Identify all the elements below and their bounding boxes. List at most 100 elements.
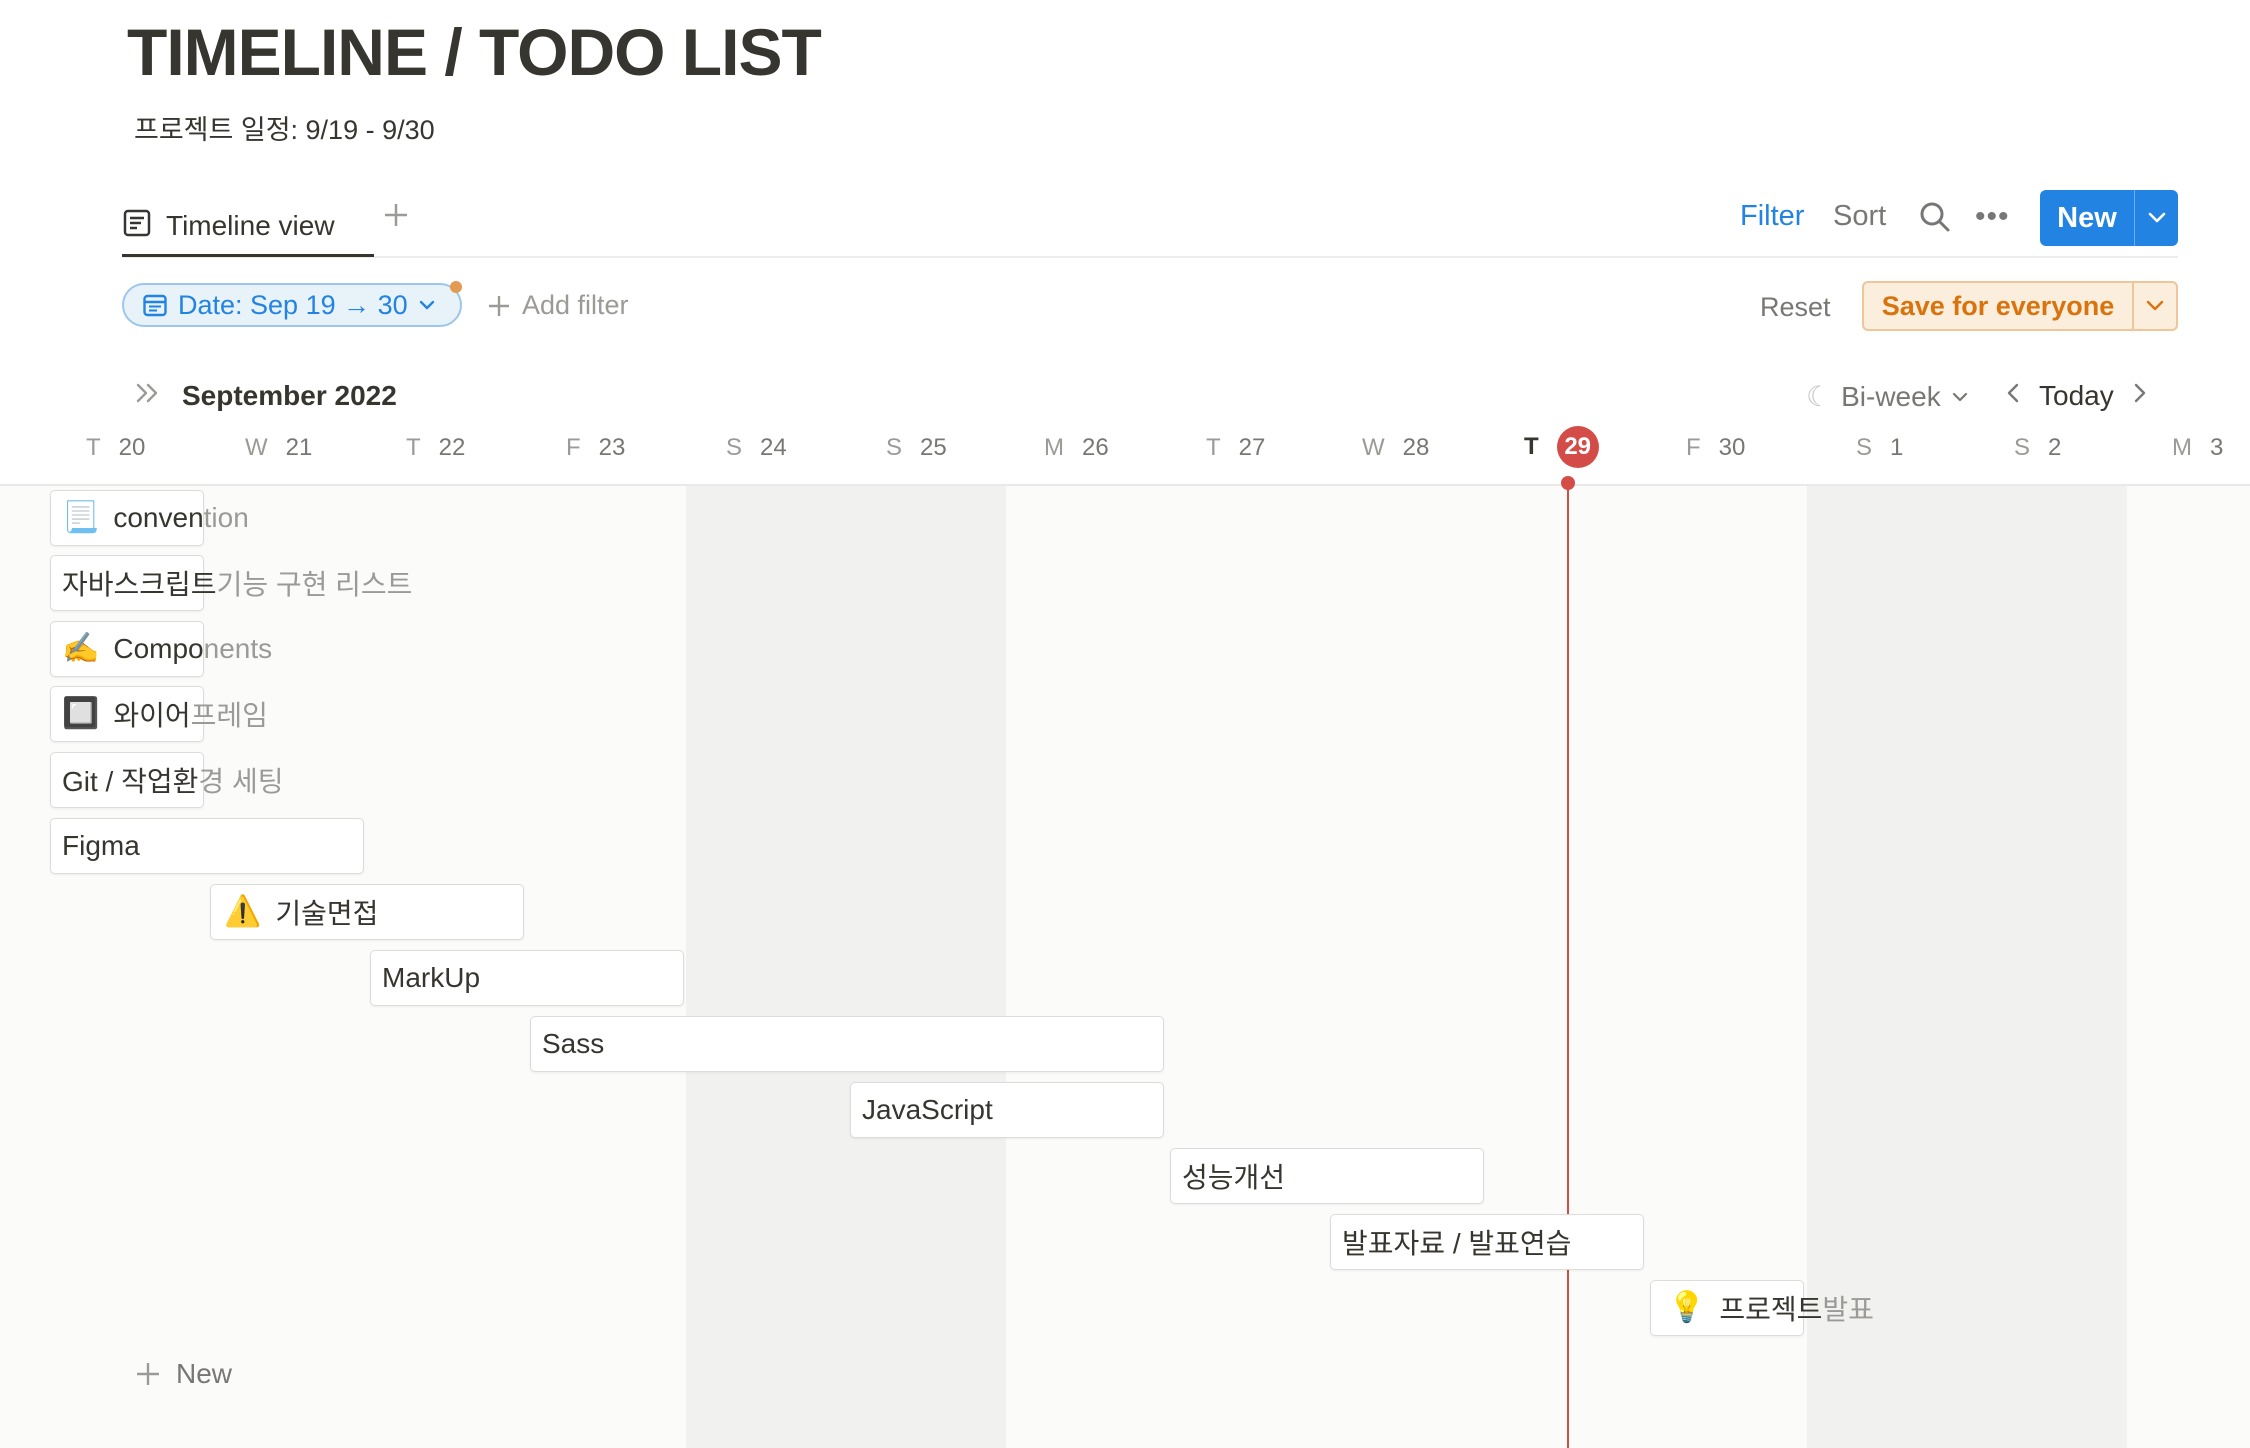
- search-icon: [1920, 202, 1950, 232]
- chevron-down-icon: [419, 300, 434, 310]
- task-title: 발표자료 / 발표연습: [1342, 1228, 1572, 1259]
- date-filter-chip[interactable]: Date: Sep 19 → 30: [122, 283, 462, 327]
- chevron-down-icon: [2146, 300, 2164, 311]
- add-new-task-label: New: [176, 1358, 233, 1389]
- range-label: Bi-week: [1841, 380, 1941, 412]
- new-button-label: New: [2057, 201, 2117, 234]
- day-label: S 24: [726, 434, 787, 461]
- today-navigation: Today: [2005, 380, 2148, 412]
- today-line: [1567, 482, 1569, 1448]
- task-title-overflow: 발표: [1822, 1294, 1874, 1325]
- task-title-overflow: 경 세팅: [198, 766, 284, 797]
- timeline-header-divider: [0, 484, 2250, 486]
- task-label: 성능개선: [1182, 1148, 1285, 1204]
- today-button[interactable]: Today: [2039, 380, 2114, 412]
- task-label: 🔲 와이어 프레임: [62, 686, 268, 742]
- day-label: S 25: [886, 434, 947, 461]
- task-title: Compo: [113, 633, 204, 664]
- chevron-right-icon: [2134, 383, 2145, 403]
- task-title-overflow: tion: [203, 502, 249, 533]
- filter-button[interactable]: Filter: [1740, 200, 1804, 233]
- task-title-overflow: 기능 구현 리스트: [216, 569, 413, 600]
- square-button-icon: 🔲: [62, 697, 100, 730]
- day-label: T 20: [86, 434, 146, 461]
- expand-sidebar-button[interactable]: [134, 380, 162, 412]
- save-for-everyone-button[interactable]: Save for everyone: [1862, 281, 2178, 331]
- save-dropdown-button[interactable]: [2134, 299, 2176, 313]
- unsaved-indicator-dot: [450, 281, 462, 293]
- chevron-down-icon: [2148, 212, 2165, 223]
- today-date-circle: 29: [1556, 426, 1599, 468]
- double-chevron-right-icon: [136, 383, 158, 403]
- day-label: S1: [1856, 434, 1904, 461]
- plus-icon: [489, 295, 509, 316]
- task-label: Git / 작업환 경 세팅: [62, 752, 283, 808]
- day-label: M3: [2172, 434, 2224, 461]
- task-bar[interactable]: [530, 1016, 1164, 1072]
- task-label: 💡 프로젝트 발표: [1668, 1280, 1874, 1336]
- month-header: September 2022: [134, 380, 397, 412]
- search-button[interactable]: [1918, 200, 1952, 234]
- today-line-dot: [1561, 476, 1575, 490]
- task-title: 기술면접: [275, 898, 379, 929]
- add-filter-label: Add filter: [522, 290, 629, 320]
- task-title: 프로젝트: [1719, 1294, 1823, 1325]
- task-title: Git / 작업환: [62, 766, 199, 797]
- tab-label: Timeline view: [166, 210, 335, 241]
- warning-icon: ⚠️: [224, 895, 262, 928]
- page-title: TIMELINE / TODO LIST: [127, 15, 822, 89]
- task-title-overflow: 프레임: [190, 700, 268, 731]
- day-label: W 28: [1362, 434, 1430, 461]
- day-label: F 23: [566, 434, 626, 461]
- day-label-today: T 29: [1524, 426, 1599, 468]
- task-title-overflow: nents: [203, 633, 273, 664]
- task-title: MarkUp: [382, 962, 481, 993]
- task-label: 발표자료 / 발표연습: [1342, 1214, 1571, 1270]
- date-filter-label: Date: Sep 19 → 30: [178, 289, 408, 320]
- chevron-left-icon: [2007, 383, 2019, 403]
- tabs-divider: [122, 256, 2178, 258]
- reset-button[interactable]: Reset: [1760, 292, 1831, 323]
- add-filter-button[interactable]: Add filter: [486, 290, 629, 321]
- chevron-down-icon: [1952, 392, 1967, 401]
- sort-button[interactable]: Sort: [1833, 200, 1886, 233]
- month-label: September 2022: [182, 380, 397, 411]
- add-view-button[interactable]: [381, 200, 411, 236]
- task-label: 자바스크립트 기능 구현 리스트: [62, 555, 412, 611]
- calendar-icon: [143, 294, 167, 317]
- timeline-view-icon: [122, 208, 152, 245]
- task-label: MarkUp: [382, 950, 480, 1006]
- task-label: ⚠️ 기술면접: [224, 884, 378, 940]
- previous-button[interactable]: [2005, 380, 2021, 412]
- day-label: M 26: [1044, 434, 1109, 461]
- new-dropdown-button[interactable]: [2135, 211, 2178, 225]
- save-button-label: Save for everyone: [1881, 290, 2115, 321]
- light-bulb-icon: 💡: [1668, 1291, 1706, 1324]
- scroll-icon: 📃: [62, 501, 100, 534]
- task-title: Figma: [62, 830, 140, 861]
- add-new-task-button[interactable]: New: [134, 1358, 232, 1390]
- range-selector[interactable]: ☾ Bi-week: [1806, 380, 1969, 413]
- task-label: Sass: [542, 1016, 604, 1072]
- task-title: Sass: [542, 1028, 605, 1059]
- more-options-button[interactable]: •••: [1975, 200, 2010, 234]
- task-title: 성능개선: [1182, 1162, 1286, 1193]
- page-subtitle: 프로젝트 일정: 9/19 - 9/30: [134, 115, 435, 145]
- moon-icon: ☾: [1806, 381, 1832, 412]
- tab-timeline-view[interactable]: Timeline view: [122, 196, 335, 256]
- day-label: S2: [2014, 434, 2062, 461]
- task-title: 자바스크립트: [62, 569, 217, 600]
- task-label: 📃 conven tion: [62, 490, 249, 546]
- new-button[interactable]: New: [2040, 190, 2178, 246]
- task-label: ✍️ Compo nents: [62, 621, 272, 677]
- task-label: Figma: [62, 818, 140, 874]
- plus-icon: [385, 204, 407, 226]
- day-label: W 21: [245, 434, 313, 461]
- plus-icon: [137, 1363, 159, 1385]
- task-title: conven: [113, 502, 204, 533]
- task-title: 와이어: [113, 700, 191, 731]
- task-label: JavaScript: [862, 1082, 993, 1138]
- next-button[interactable]: [2132, 380, 2148, 412]
- day-label: T 27: [1206, 434, 1266, 461]
- weekend-column: [686, 484, 1006, 1448]
